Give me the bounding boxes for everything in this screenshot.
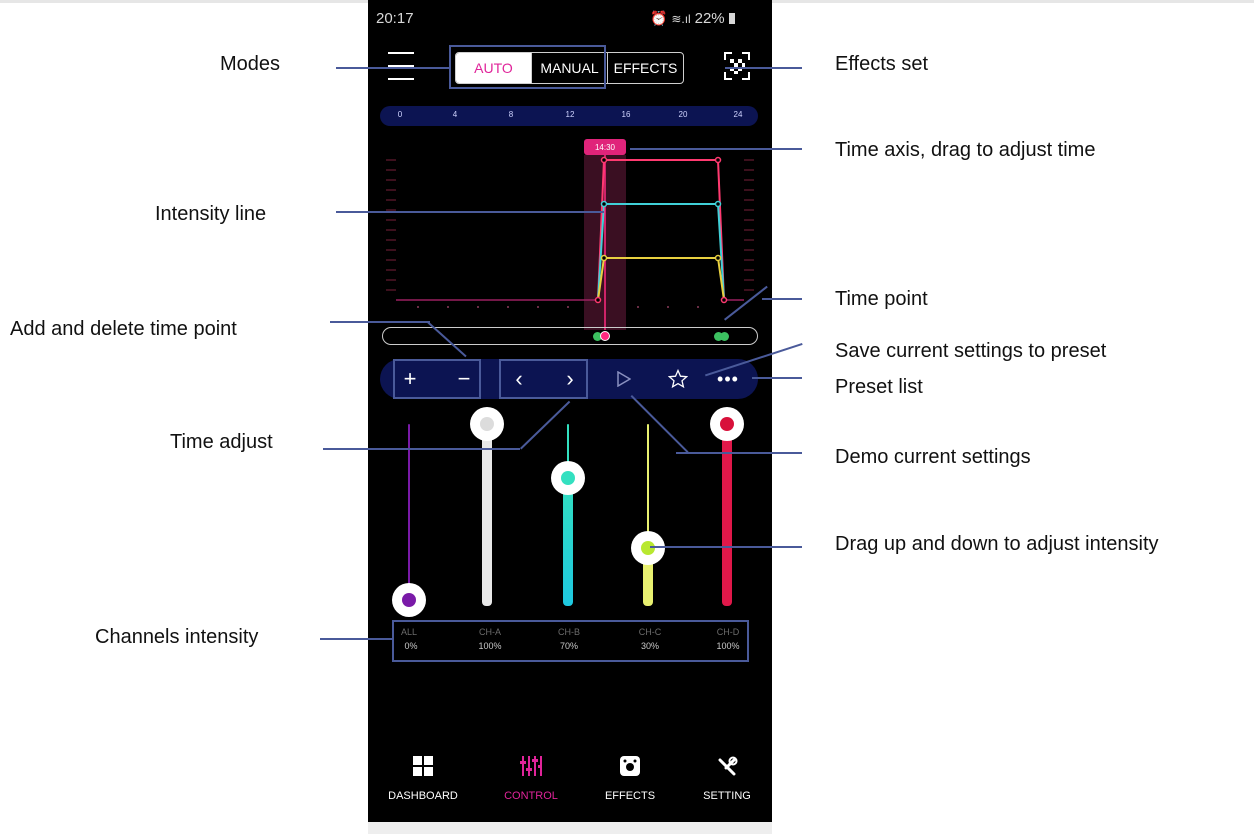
sliders-icon xyxy=(520,756,542,776)
bottom-rule xyxy=(368,822,772,834)
nav-setting[interactable] xyxy=(682,756,772,783)
nav-setting-label[interactable]: SETTING xyxy=(677,790,772,802)
preset-list-button[interactable]: ••• xyxy=(710,365,746,393)
effects-set-button[interactable] xyxy=(724,52,750,80)
annotation-add-delete: Add and delete time point xyxy=(10,318,237,340)
time-tick: 16 xyxy=(621,110,631,119)
anno-line-effects xyxy=(725,67,802,69)
wifi-signal-icon: ≋.ıl xyxy=(671,12,691,26)
annotation-time-point: Time point xyxy=(835,288,928,310)
slider-knob-ch-d[interactable] xyxy=(710,407,744,441)
checker-icon xyxy=(724,52,750,80)
nav-effects[interactable] xyxy=(585,756,675,781)
annotation-demo: Demo current settings xyxy=(835,446,1031,468)
slider-knob-ch-a[interactable] xyxy=(470,407,504,441)
highlight-modes xyxy=(449,45,606,89)
slider-knob-ch-b[interactable] xyxy=(551,461,585,495)
demo-play-button[interactable] xyxy=(610,365,638,393)
annotation-save-preset: Save current settings to preset xyxy=(835,340,1107,362)
intensity-chart[interactable] xyxy=(368,150,772,330)
highlight-time-adjust xyxy=(499,359,588,399)
anno-line-channels xyxy=(320,638,392,640)
battery-icon xyxy=(728,13,735,24)
time-tick: 12 xyxy=(565,110,575,119)
slider-fill-ch-a[interactable] xyxy=(482,424,492,606)
battery-level: 22% xyxy=(694,10,725,27)
anno-line-time-adjust xyxy=(323,448,520,450)
intensity-line-all xyxy=(396,159,744,301)
right-scale-ticks xyxy=(744,159,754,291)
slider-fill-ch-b[interactable] xyxy=(563,478,573,606)
anno-line-intensity xyxy=(336,211,604,213)
highlight-channels xyxy=(392,620,749,662)
baseline-dots xyxy=(417,306,699,308)
nav-control[interactable] xyxy=(486,756,576,781)
save-preset-button[interactable] xyxy=(664,365,692,393)
annotation-time-adjust: Time adjust xyxy=(170,431,273,453)
effects-icon xyxy=(620,756,640,776)
tools-icon xyxy=(718,756,738,776)
annotation-intensity-line: Intensity line xyxy=(155,203,267,225)
anno-line-modes xyxy=(336,67,449,69)
anno-line-add-delete xyxy=(330,321,430,323)
nav-dashboard-label[interactable]: DASHBOARD xyxy=(373,790,473,802)
anno-line-time-axis xyxy=(630,148,802,150)
anno-line-preset-list xyxy=(752,377,802,379)
play-icon xyxy=(617,371,631,387)
time-tick: 0 xyxy=(397,110,403,119)
annotation-time-axis: Time axis, drag to adjust time xyxy=(835,139,1096,161)
anno-line-demo-h xyxy=(676,452,802,454)
annotation-modes: Modes xyxy=(220,53,281,75)
time-tick: 4 xyxy=(452,110,458,119)
nav-dashboard[interactable] xyxy=(378,756,468,781)
status-time: 20:17 xyxy=(376,10,414,27)
anno-line-time-point xyxy=(762,298,802,300)
time-point-selected[interactable] xyxy=(600,331,610,341)
grid-icon xyxy=(413,756,433,776)
menu-button[interactable] xyxy=(388,50,416,82)
highlight-add-delete xyxy=(393,359,481,399)
anno-line-drag xyxy=(650,546,802,548)
time-axis-bar[interactable]: 0 4 8 12 16 20 24 xyxy=(380,106,758,126)
more-icon: ••• xyxy=(717,368,739,389)
annotation-effects-set: Effects set xyxy=(835,53,929,75)
nav-effects-label[interactable]: EFFECTS xyxy=(580,790,680,802)
tab-effects[interactable]: EFFECTS xyxy=(608,53,683,83)
time-tick: 24 xyxy=(733,110,743,119)
annotation-drag-intensity: Drag up and down to adjust intensity xyxy=(835,533,1159,555)
star-icon xyxy=(668,369,688,389)
time-point[interactable] xyxy=(720,332,729,341)
time-tick: 20 xyxy=(678,110,688,119)
slider-track-all[interactable] xyxy=(408,424,410,600)
slider-knob-ch-c[interactable] xyxy=(631,531,665,565)
alarm-icon: ⏰ xyxy=(650,10,668,26)
nav-control-label[interactable]: CONTROL xyxy=(481,790,581,802)
left-scale-ticks xyxy=(386,159,396,291)
phone-screen: 20:17 ⏰ ≋.ıl 22% AUTO MANUAL EFFECTS 0 4 xyxy=(368,0,772,822)
annotation-channels-intensity: Channels intensity xyxy=(95,626,259,648)
slider-knob-all[interactable] xyxy=(392,583,426,617)
time-tick: 8 xyxy=(508,110,514,119)
status-icons: ⏰ ≋.ıl 22% xyxy=(650,10,735,27)
annotation-preset-list: Preset list xyxy=(835,376,923,398)
